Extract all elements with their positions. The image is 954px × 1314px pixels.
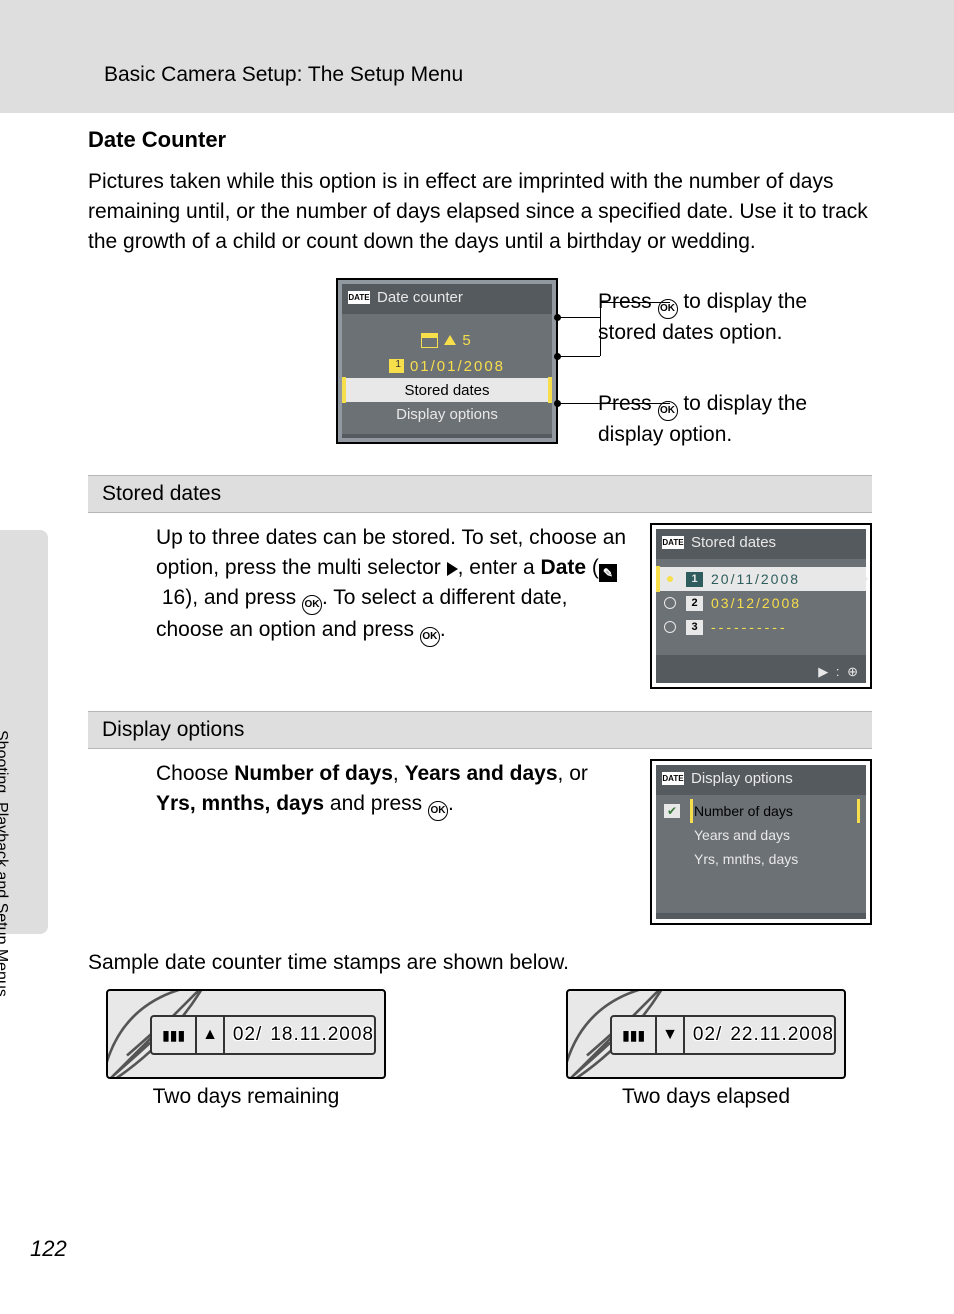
ok-icon: OK [658, 299, 678, 319]
date-icon: DATE [662, 772, 684, 785]
date-counter-diagram: DATE Date counter 5 01/01/2008 [88, 278, 872, 453]
date-icon: DATE [348, 291, 370, 304]
stamp-count: 02/ [685, 1024, 730, 1046]
counter-value: 5 [462, 332, 472, 349]
stored-date-row: 120/11/2008 [656, 567, 866, 591]
down-triangle-icon: ▼ [657, 1017, 685, 1053]
row-display-options: Display options [342, 402, 552, 426]
stamp-prefix-icon: ▮▮▮ [612, 1017, 657, 1053]
connector-line [558, 356, 600, 357]
sample-remaining: ▮▮▮ ▲ 02/ 18.11.2008 Two days remaining [106, 989, 386, 1109]
display-option-row: Yrs, mnths, days [656, 847, 866, 871]
radio-on-icon [664, 573, 676, 585]
sample-label: Two days elapsed [566, 1085, 846, 1109]
ok-icon: OK [658, 401, 678, 421]
header-band: Basic Camera Setup: The Setup Menu [0, 0, 954, 113]
calendar-icon [421, 333, 438, 348]
check-icon: ✔ [664, 804, 680, 818]
up-triangle-icon: ▲ [197, 1017, 225, 1053]
lcd-display-options: DATEDisplay options ✔Number of days Year… [650, 759, 872, 925]
subheading-display-options: Display options [88, 711, 872, 749]
page-number: 122 [30, 1236, 67, 1262]
up-arrow-icon [444, 335, 456, 345]
intro-paragraph: Pictures taken while this option is in e… [88, 167, 872, 256]
sample-label: Two days remaining [106, 1085, 386, 1109]
right-arrow-icon [447, 562, 458, 576]
sample-elapsed: ▮▮▮ ▼ 02/ 22.11.2008 Two days elapsed [566, 989, 846, 1109]
stored-date-row: 203/12/2008 [656, 591, 866, 615]
stored-dates-text: Up to three dates can be stored. To set,… [156, 523, 628, 689]
display-option-row: ✔Number of days [656, 799, 866, 823]
section-title: Date Counter [88, 127, 872, 153]
connector-line [558, 317, 600, 318]
samples-caption: Sample date counter time stamps are show… [88, 951, 872, 975]
side-tab-label: Shooting, Playback and Setup Menus [0, 730, 10, 997]
display-options-text: Choose Number of days, Years and days, o… [156, 759, 628, 925]
display-option-row: Years and days [656, 823, 866, 847]
stamp-date: 22.11.2008 [730, 1024, 834, 1046]
side-tab: Shooting, Playback and Setup Menus [0, 530, 48, 934]
callout-display-option: Press OK to display the display option. [598, 390, 858, 448]
ok-icon: OK [428, 801, 448, 821]
radio-off-icon [664, 597, 676, 609]
lcd-main: DATE Date counter 5 01/01/2008 [336, 278, 558, 444]
stored-date-row: 3---------- [656, 615, 866, 639]
counter-date: 01/01/2008 [410, 358, 505, 375]
breadcrumb: Basic Camera Setup: The Setup Menu [104, 63, 463, 87]
stamp-count: 02/ [225, 1024, 270, 1046]
reference-icon: ✎ [599, 564, 617, 582]
lcd-stored-dates: DATEStored dates 120/11/2008 203/12/2008… [650, 523, 872, 689]
lcd-title: Date counter [377, 289, 463, 306]
chevron-right-icon [858, 569, 868, 589]
nav-hint: ▶ : ⊕ [818, 664, 860, 680]
stamp-prefix-icon: ▮▮▮ [152, 1017, 197, 1053]
subheading-stored-dates: Stored dates [88, 475, 872, 513]
date-icon: DATE [662, 536, 684, 549]
connector-dot [554, 353, 561, 360]
radio-off-icon [664, 621, 676, 633]
ok-icon: OK [302, 595, 322, 615]
ok-icon: OK [420, 627, 440, 647]
slot-1-icon [389, 359, 404, 373]
callout-stored-dates: Press OK to display the stored dates opt… [598, 288, 858, 346]
row-stored-dates: Stored dates [342, 378, 552, 402]
stamp-date: 18.11.2008 [270, 1024, 374, 1046]
